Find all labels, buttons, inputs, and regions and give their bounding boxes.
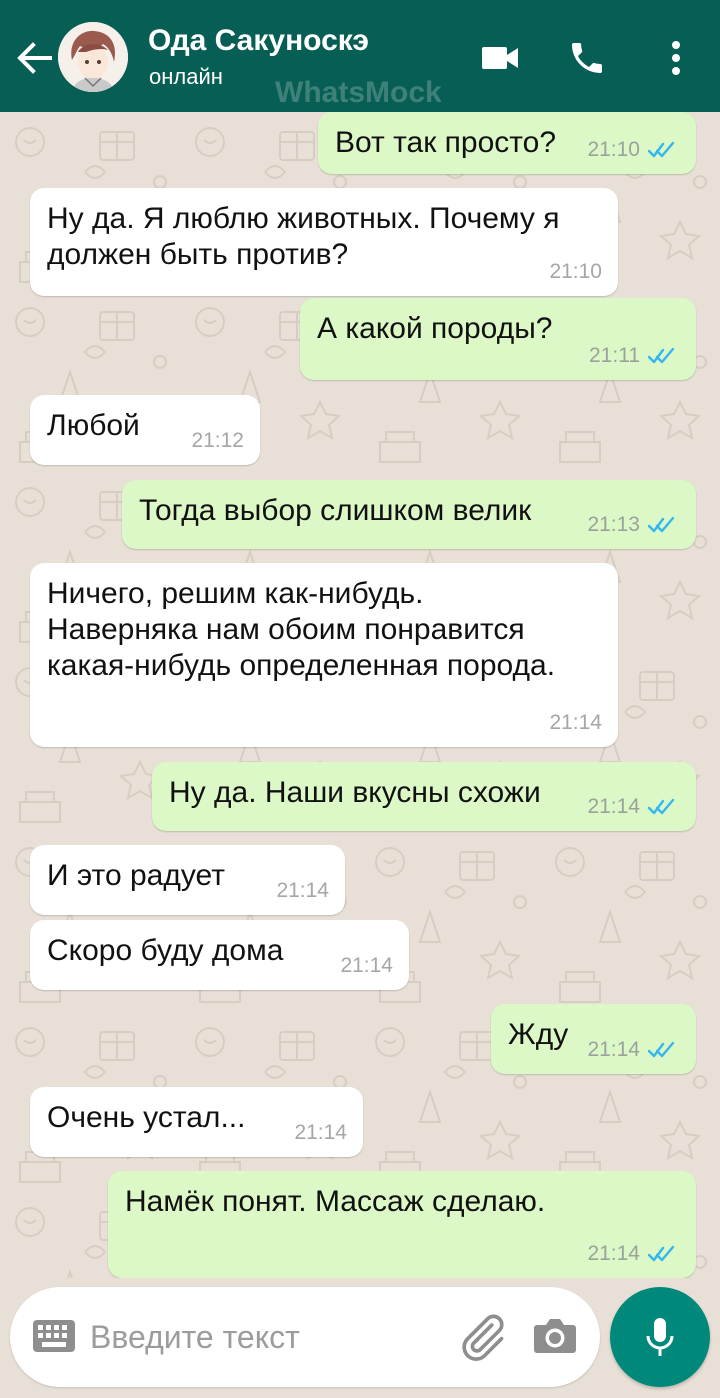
read-receipt-icon — [648, 141, 675, 158]
contact-name[interactable]: Ода Сакуноскэ — [148, 24, 369, 58]
more-vert-icon — [672, 41, 680, 75]
incoming-message[interactable]: Скоро буду дома 21:14 — [30, 920, 409, 990]
voice-call-button[interactable] — [563, 34, 611, 82]
message-text: Ничего, решим как-нибудь. Наверняка нам о… — [47, 576, 555, 684]
outgoing-message[interactable]: А какой породы? 21:11 — [300, 298, 696, 380]
incoming-message[interactable]: Ну да. Я люблю животных. Почему я должен … — [30, 188, 618, 296]
message-text: Жду — [508, 1017, 568, 1053]
message-time: 21:11 — [589, 344, 640, 367]
chat-header: Ода Сакуноскэ онлайн WhatsMock — [0, 0, 720, 112]
message-meta: 21:11 — [589, 344, 680, 368]
message-text: Намёк понят. Массаж сделаю. — [125, 1184, 545, 1220]
message-meta: 21:13 — [587, 513, 680, 537]
message-text: Любой — [47, 408, 140, 444]
menu-button[interactable] — [652, 34, 700, 82]
incoming-message[interactable]: Ничего, решим как-нибудь. Наверняка нам о… — [30, 563, 618, 747]
outgoing-message[interactable]: Жду 21:14 — [491, 1004, 696, 1074]
contact-status: онлайн — [149, 64, 223, 89]
message-line: какая-нибудь определенная порода. — [47, 649, 556, 682]
message-time: 21:14 — [549, 711, 602, 734]
message-text: Ну да. Наши вкусны схожи — [169, 775, 541, 811]
outgoing-message[interactable]: Тогда выбор слишком велик 21:13 — [122, 480, 696, 549]
message-meta: 21:14 — [587, 1242, 680, 1266]
message-meta: 21:14 — [294, 1121, 347, 1145]
message-line: Очень устал... — [47, 1101, 246, 1134]
message-meta: 21:14 — [587, 1038, 680, 1062]
message-text: Очень устал... — [47, 1100, 245, 1136]
message-line: должен быть против? — [47, 238, 349, 271]
message-text: И это радует — [47, 858, 225, 894]
outgoing-message[interactable]: Намёк понят. Массаж сделаю. 21:14 — [108, 1171, 696, 1278]
watermark: WhatsMock — [275, 76, 442, 109]
message-input-bar — [10, 1287, 600, 1387]
message-meta: 21:14 — [276, 879, 329, 903]
message-line: И это радует — [47, 859, 225, 892]
read-receipt-icon — [648, 1245, 675, 1262]
message-text: А какой породы? — [317, 311, 552, 347]
chat-area[interactable]: Вот так просто? 21:10 Ну да. Я люблю живот… — [0, 112, 720, 1278]
video-call-icon — [482, 47, 518, 69]
message-line: Намёк понят. Массаж сделаю. — [125, 1185, 546, 1218]
message-meta: 21:10 — [549, 260, 602, 284]
message-line: Ничего, решим как-нибудь. — [47, 577, 424, 610]
message-line: Ну да. Наши вкусны схожи — [169, 776, 541, 809]
outgoing-message[interactable]: Вот так просто? 21:10 — [318, 112, 696, 174]
outgoing-message[interactable]: Ну да. Наши вкусны схожи 21:14 — [152, 762, 696, 831]
back-arrow-icon — [17, 42, 52, 74]
message-time: 21:13 — [587, 513, 640, 536]
incoming-message[interactable]: И это радует 21:14 — [30, 845, 345, 915]
incoming-message[interactable]: Очень устал... 21:14 — [30, 1087, 363, 1157]
keyboard-icon[interactable] — [32, 1319, 76, 1353]
message-line: Любой — [47, 409, 140, 442]
message-input[interactable] — [90, 1315, 430, 1359]
read-receipt-icon — [648, 516, 675, 533]
message-line: Жду — [508, 1018, 569, 1051]
message-time: 21:10 — [587, 138, 640, 161]
message-line: А какой породы? — [317, 312, 553, 345]
message-meta: 21:12 — [191, 429, 244, 453]
message-text: Скоро буду дома — [47, 933, 283, 969]
message-line: Ну да. Я люблю животных. Почему я — [47, 202, 560, 235]
read-receipt-icon — [648, 1041, 675, 1058]
message-time: 21:14 — [340, 954, 393, 977]
incoming-message[interactable]: Любой 21:12 — [30, 395, 260, 465]
message-meta: 21:14 — [587, 795, 680, 819]
phone-icon — [572, 43, 602, 73]
message-meta: 21:10 — [587, 138, 680, 162]
avatar[interactable] — [58, 22, 128, 92]
message-time: 21:10 — [549, 260, 602, 283]
message-line: Тогда выбор слишком велик — [139, 494, 532, 527]
message-meta: 21:14 — [549, 711, 602, 735]
video-call-button[interactable] — [476, 34, 524, 82]
message-line: Вот так просто? — [335, 126, 557, 159]
voice-record-button[interactable] — [610, 1287, 710, 1387]
message-text: Вот так просто? — [335, 125, 556, 161]
message-time: 21:14 — [587, 1038, 640, 1061]
read-receipt-icon — [648, 347, 675, 364]
attach-clip-icon[interactable] — [454, 1311, 510, 1363]
camera-icon[interactable] — [533, 1317, 577, 1355]
message-time: 21:14 — [587, 795, 640, 818]
read-receipt-icon — [648, 798, 675, 815]
message-time: 21:14 — [587, 1242, 640, 1265]
back-button[interactable] — [12, 36, 56, 80]
message-text: Тогда выбор слишком велик — [139, 493, 531, 529]
message-line: Скоро буду дома — [47, 934, 284, 967]
message-time: 21:12 — [191, 429, 244, 452]
mic-icon — [646, 1318, 674, 1356]
message-time: 21:14 — [276, 879, 329, 902]
message-line: Наверняка нам обоим понравится — [47, 613, 525, 646]
message-time: 21:14 — [294, 1121, 347, 1144]
message-text: Ну да. Я люблю животных. Почему я должен … — [47, 201, 559, 273]
message-meta: 21:14 — [340, 954, 393, 978]
